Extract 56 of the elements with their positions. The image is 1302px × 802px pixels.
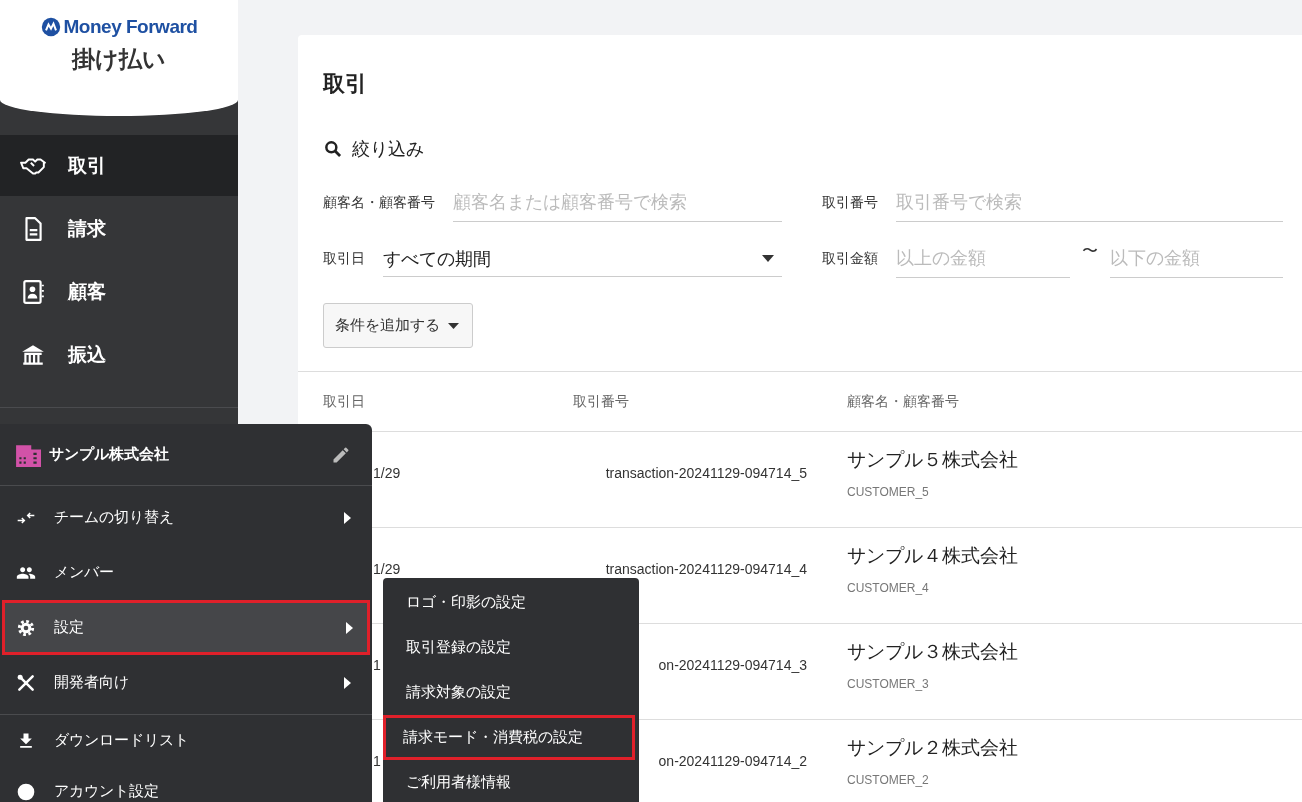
nav-item[interactable]: 振込 (0, 324, 238, 385)
nav-item[interactable]: 顧客 (0, 261, 238, 322)
field-label: 顧客名・顧客番号 (323, 194, 435, 212)
submenu-item[interactable]: 請求対象の設定 (383, 670, 635, 715)
customer-name: サンプル２株式会社 (847, 737, 1019, 759)
customer-name: サンプル４株式会社 (847, 545, 1019, 567)
filter-heading: 絞り込み (352, 138, 424, 161)
product-name: 掛け払い (72, 45, 166, 74)
table-cell: 1/29 (373, 465, 401, 481)
logo: Money Forward (40, 16, 198, 38)
table-cell: on-20241129-094714_2 (658, 753, 807, 769)
field-label: 取引日 (323, 250, 365, 268)
column-header: 取引番号 (573, 371, 847, 432)
submenu-item[interactable]: ご利用者様情報 (383, 760, 635, 802)
menu-item[interactable]: アカウント設定 (0, 766, 372, 802)
table-cell: on-20241129-094714_3 (658, 657, 807, 673)
submenu-item[interactable]: 取引登録の設定 (383, 625, 635, 670)
column-header: 顧客名・顧客番号 (847, 371, 1302, 432)
customer-number: CUSTOMER_3 (847, 677, 930, 691)
customer-number: CUSTOMER_4 (847, 581, 930, 595)
page-title: 取引 (323, 70, 368, 98)
nav-item[interactable]: 請求 (0, 198, 238, 259)
nav-item[interactable]: 取引 (0, 135, 238, 196)
menu-item[interactable]: ダウンロードリスト (0, 715, 372, 766)
menu-item[interactable]: メンバー (0, 545, 372, 600)
table-cell: 1 (373, 657, 381, 673)
date-select[interactable]: すべての期間 (383, 241, 782, 277)
range-separator: 〜 (1081, 241, 1098, 261)
logo-icon (40, 17, 61, 37)
table-cell: transaction-20241129-094714_5 (605, 465, 807, 481)
table-cell: 1 (373, 753, 381, 769)
field-label: 取引金額 (822, 250, 878, 268)
customer-number: CUSTOMER_2 (847, 773, 930, 787)
table-cell: transaction-20241129-094714_4 (605, 561, 807, 577)
caret-icon (762, 255, 774, 262)
field-label: 取引番号 (822, 194, 878, 212)
contact-card-icon (20, 278, 46, 305)
menu-item[interactable]: チームの切り替え (0, 490, 372, 545)
customer-name: サンプル３株式会社 (847, 641, 1019, 663)
submenu-item[interactable]: 請求モード・消費税の設定 (383, 715, 635, 760)
table-cell: 1/29 (373, 561, 401, 577)
team-name: サンプル株式会社 (49, 445, 170, 464)
chevron-right-icon (344, 676, 351, 689)
pencil-icon[interactable] (331, 444, 351, 465)
submenu-item[interactable]: ロゴ・印影の設定 (383, 580, 635, 625)
settings-icon (16, 617, 36, 638)
search-icon (323, 139, 343, 159)
customer-number: CUSTOMER_5 (847, 485, 930, 499)
chevron-right-icon (346, 621, 353, 634)
menu-item[interactable]: 設定 (2, 600, 370, 655)
add-condition-button[interactable]: 条件を追加する (323, 303, 473, 348)
tools-icon (16, 672, 36, 693)
menu-item[interactable]: 開発者向け (0, 655, 372, 710)
customer-name: サンプル５株式会社 (847, 449, 1019, 471)
chevron-right-icon (344, 511, 351, 524)
caret-icon (448, 322, 459, 329)
